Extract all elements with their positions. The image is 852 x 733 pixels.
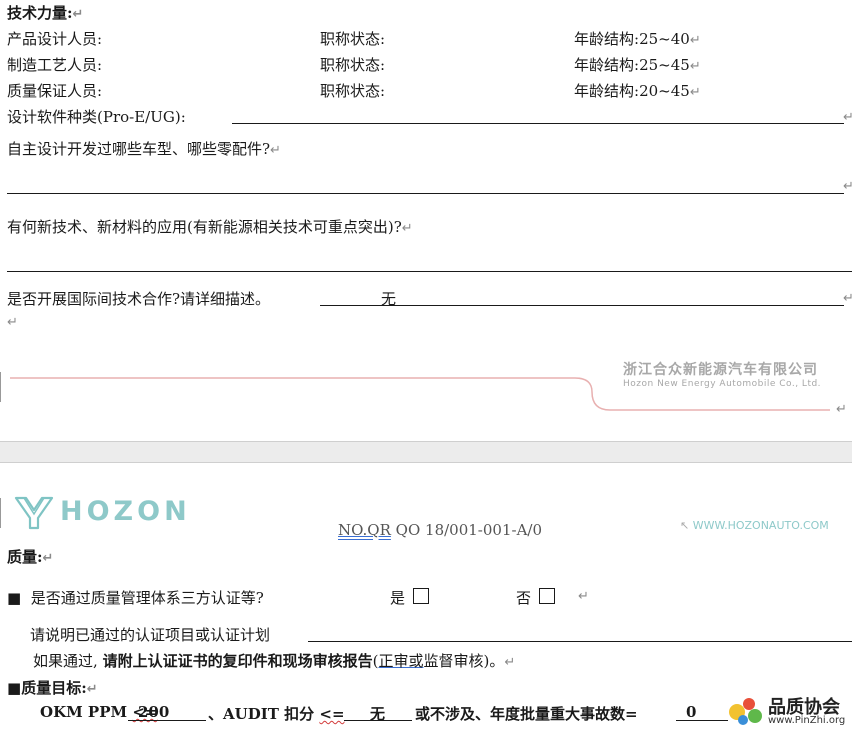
title-status-label: 职称状态: <box>320 30 386 48</box>
ppm-value: 200 <box>138 703 170 721</box>
goal-heading: ■质量目标:↵ <box>7 679 98 697</box>
audit-label: 、AUDIT 扣分 <= <box>208 705 345 723</box>
staff-role-design: 产品设计人员: <box>7 30 103 48</box>
audit-answer-line[interactable] <box>344 720 412 721</box>
accident-value: 0 <box>686 703 697 721</box>
goal-tail: 或不涉及、年度批量重大事故数= <box>415 705 638 723</box>
accident-answer-line[interactable] <box>676 720 728 721</box>
hozon-logo-icon <box>14 496 54 530</box>
newtech-answer-line[interactable] <box>7 271 852 272</box>
margin-marker <box>0 498 1 528</box>
cert-plan-label: 请说明已通过的认证项目或认证计划 <box>30 626 271 644</box>
age-structure: 年龄结构:25~40↵ <box>574 30 701 48</box>
staff-role-process: 制造工艺人员: <box>7 56 103 74</box>
yes-option[interactable]: 是 <box>390 587 430 608</box>
pilcrow-mark: ↵ <box>843 291 852 306</box>
pilcrow-mark: ↵ <box>578 589 589 604</box>
models-question: 自主设计开发过哪些车型、哪些零配件?↵ <box>7 140 281 158</box>
website: ↖ WWW.HOZONAUTO.COM <box>680 519 829 532</box>
pilcrow-mark: ↵ <box>843 110 852 125</box>
doc-number: NO.QR QO 18/001-001-A/0 <box>338 521 543 539</box>
software-answer-line[interactable] <box>232 123 844 124</box>
pinzhi-logo-icon <box>729 698 762 725</box>
ppm-answer-line[interactable] <box>128 720 206 721</box>
yes-checkbox[interactable] <box>413 588 430 604</box>
no-checkbox[interactable] <box>539 588 556 604</box>
pilcrow-mark: ↵ <box>7 315 18 330</box>
cert-plan-answer-line[interactable] <box>308 641 852 642</box>
quality-heading: 质量:↵ <box>7 548 54 566</box>
intl-question: 是否开展国际间技术合作?请详细描述。 <box>7 290 271 308</box>
watermark-url: www.PinZhi.org <box>768 715 846 726</box>
software-label: 设计软件种类(Pro-E/UG): <box>7 108 186 126</box>
pilcrow-mark: ↵ <box>836 402 847 417</box>
staff-role-quality: 质量保证人员: <box>7 82 103 100</box>
models-answer-line[interactable] <box>7 193 844 194</box>
footer-company-en: Hozon New Energy Automobile Co., Ltd. <box>623 379 822 389</box>
hozon-logo-text: HOZON <box>60 496 191 527</box>
age-structure: 年龄结构:20~45↵ <box>574 82 701 100</box>
tech-heading: 技术力量:↵ <box>7 4 84 22</box>
title-status-label: 职称状态: <box>320 56 386 74</box>
footer-company-cn: 浙江合众新能源汽车有限公司 <box>623 362 818 378</box>
no-option[interactable]: 否 <box>516 587 556 608</box>
intl-answer-line[interactable] <box>320 305 844 306</box>
pilcrow-mark: ↵ <box>843 179 852 194</box>
age-structure: 年龄结构:25~45↵ <box>574 56 701 74</box>
page-break-gap <box>0 441 852 463</box>
newtech-question: 有何新技术、新材料的应用(有新能源相关技术可重点突出)?↵ <box>7 218 413 236</box>
cert-question: ■ 是否通过质量管理体系三方认证等? <box>7 589 264 607</box>
title-status-label: 职称状态: <box>320 82 386 100</box>
attach-note: 如果通过, 请附上认证证书的复印件和现场审核报告(正审或监督审核)。↵ <box>33 652 516 670</box>
